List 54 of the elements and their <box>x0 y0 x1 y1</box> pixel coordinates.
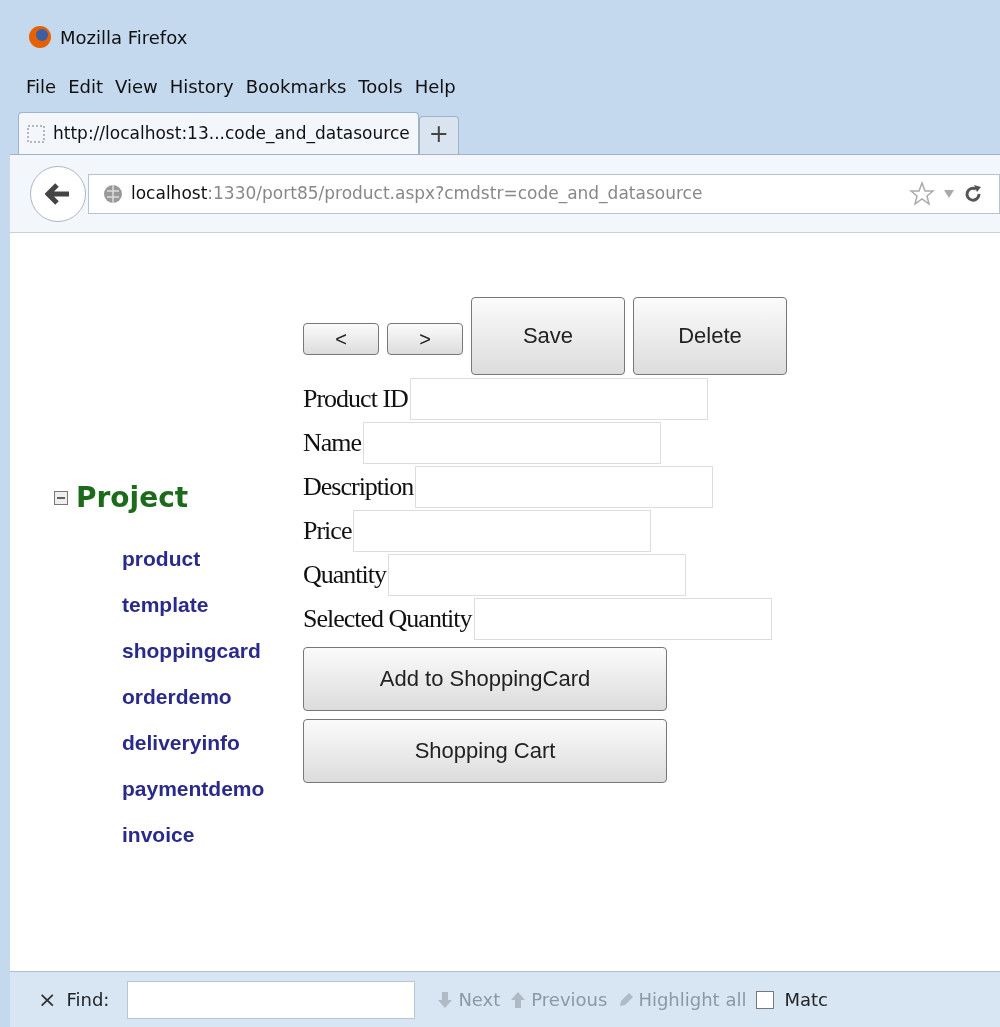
up-arrow-icon <box>510 990 528 1009</box>
tree-link[interactable]: orderdemo <box>122 680 303 714</box>
new-tab-button[interactable]: + <box>418 116 459 154</box>
nav-button[interactable]: Save <box>471 297 625 375</box>
field-label: Quantity <box>303 560 386 590</box>
input-field[interactable] <box>388 554 686 596</box>
checkbox[interactable] <box>756 990 775 1009</box>
down-arrow-icon <box>437 990 455 1009</box>
tree-link[interactable]: template <box>122 588 303 622</box>
menu-item[interactable]: Tools <box>352 72 409 100</box>
input-field[interactable] <box>409 378 708 420</box>
tree-link[interactable]: deliveryinfo <box>122 726 303 760</box>
reload-icon[interactable] <box>963 183 983 204</box>
globe-icon <box>103 183 123 204</box>
menu-item[interactable]: View <box>109 72 164 100</box>
menu-item[interactable]: File <box>20 72 63 100</box>
tree-link[interactable]: shoppingcard <box>122 634 303 668</box>
checkbox-label: Matc <box>784 988 828 1012</box>
dropdown-icon[interactable] <box>943 188 955 199</box>
tree-node[interactable]: Project <box>76 481 189 514</box>
input-field[interactable] <box>415 466 714 508</box>
menu-item[interactable]: Bookmarks <box>239 72 353 100</box>
collapse-toggle-icon[interactable] <box>54 490 68 505</box>
input-field[interactable] <box>363 422 662 464</box>
star-icon[interactable] <box>909 180 935 207</box>
nav-button[interactable]: < <box>303 323 379 355</box>
window-title: Mozilla Firefox <box>60 25 188 50</box>
menu-item[interactable]: Edit <box>62 72 109 100</box>
url-text: localhost:1330/port85/product.aspx?cmdstr=code_and_datasource <box>131 181 703 206</box>
menu-item[interactable]: History <box>163 72 240 100</box>
browser-logo-icon <box>28 25 52 49</box>
find-label: Find: <box>66 988 110 1012</box>
back-arrow-icon <box>45 182 71 205</box>
nav-button[interactable]: Delete <box>633 297 787 375</box>
input-field[interactable] <box>473 598 772 640</box>
find-field[interactable] <box>127 980 416 1019</box>
action-button[interactable]: Add to ShoppingCard <box>303 647 667 711</box>
field-label: Price <box>303 516 352 546</box>
field-label: Selected Quantity <box>303 604 472 634</box>
browser-tab[interactable]: http://localhost:13...code_and_datasource <box>18 112 419 154</box>
tree-link[interactable]: paymentdemo <box>122 772 303 806</box>
field-label: Name <box>303 428 362 458</box>
action-button[interactable]: Shopping Cart <box>303 719 667 783</box>
menu-item[interactable]: Help <box>408 72 462 100</box>
page-icon <box>27 124 45 143</box>
tree-link[interactable]: invoice <box>122 818 303 852</box>
nav-button[interactable]: > <box>387 323 463 355</box>
close-button[interactable]: × <box>38 983 57 1016</box>
field-label: Description <box>303 472 414 502</box>
address-bar[interactable]: localhost:1330/port85/product.aspx?cmdstr=code_and_datasource <box>88 173 1000 214</box>
marker-icon <box>617 990 635 1009</box>
field-label: Product ID <box>303 384 408 414</box>
input-field[interactable] <box>353 510 652 552</box>
tree-link[interactable]: product <box>122 542 303 576</box>
